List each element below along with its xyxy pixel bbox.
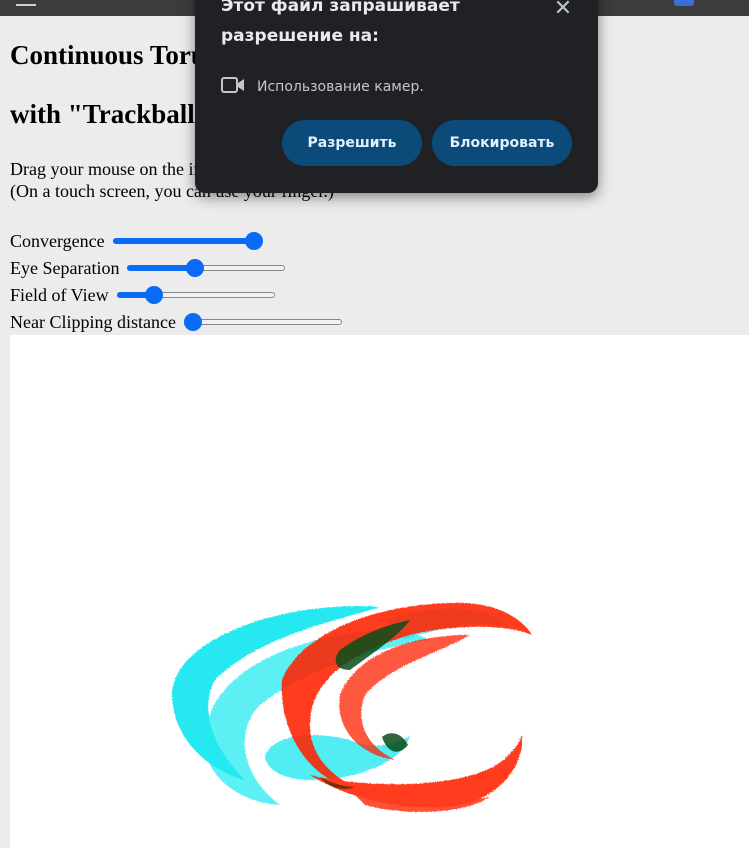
- slider-thumb[interactable]: [244, 232, 263, 250]
- slider-fill: [112, 238, 254, 244]
- close-icon[interactable]: ✕: [552, 0, 574, 20]
- eye-separation-slider[interactable]: [127, 258, 286, 278]
- eye-separation-label: Eye Separation: [10, 257, 120, 278]
- convergence-row: Convergence: [10, 229, 263, 253]
- convergence-label: Convergence: [10, 230, 105, 251]
- eye-separation-row: Eye Separation: [10, 256, 286, 280]
- near-clipping-slider[interactable]: [183, 312, 342, 332]
- slider-fill: [127, 265, 196, 271]
- field-of-view-slider[interactable]: [116, 285, 275, 305]
- slider-thumb[interactable]: [144, 286, 163, 304]
- near-clipping-label: Near Clipping distance: [10, 311, 176, 332]
- slider-thumb[interactable]: [186, 259, 205, 277]
- convergence-slider[interactable]: [112, 231, 263, 251]
- red-torus: [281, 602, 532, 812]
- dialog-title: Этот файл запрашивает разрешение на:: [221, 0, 460, 46]
- allow-button[interactable]: Разрешить: [282, 120, 422, 166]
- stereo-canvas[interactable]: [10, 335, 749, 848]
- permission-dialog: Этот файл запрашивает разрешение на: ✕ И…: [195, 0, 598, 193]
- anaglyph-torus-image: [171, 602, 532, 812]
- video-camera-icon: [221, 76, 245, 98]
- profile-icon[interactable]: [674, 0, 694, 6]
- page-subtitle: with "Trackball": [10, 99, 210, 129]
- permission-text: Использование камер.: [257, 79, 424, 95]
- field-of-view-row: Field of View: [10, 283, 275, 307]
- near-clipping-row: Near Clipping distance: [10, 310, 342, 334]
- slider-track: [183, 319, 342, 325]
- slider-thumb[interactable]: [183, 313, 202, 331]
- field-of-view-label: Field of View: [10, 284, 109, 305]
- menu-icon[interactable]: [16, 0, 36, 6]
- permission-item: Использование камер.: [221, 76, 424, 98]
- page-title: Continuous Torus: [10, 40, 217, 70]
- block-button[interactable]: Блокировать: [432, 120, 572, 166]
